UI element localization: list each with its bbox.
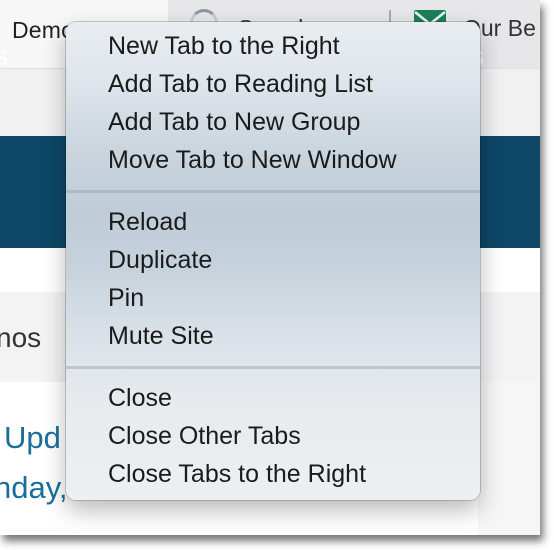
menu-item-add-to-new-group[interactable]: Add Tab to New Group bbox=[108, 104, 360, 140]
menu-item-add-to-reading-list[interactable]: Add Tab to Reading List bbox=[108, 66, 373, 102]
menu-item-close[interactable]: Close bbox=[108, 380, 172, 416]
menu-item-reload[interactable]: Reload bbox=[108, 204, 187, 240]
menu-item-close-other-tabs[interactable]: Close Other Tabs bbox=[108, 418, 301, 454]
tab-context-menu: New Tab to the Right Add Tab to Reading … bbox=[66, 22, 480, 500]
menu-item-new-tab-to-right[interactable]: New Tab to the Right bbox=[108, 28, 340, 64]
site-article-date: nday, bbox=[0, 470, 68, 505]
site-content-sidebar bbox=[478, 382, 540, 535]
menu-item-move-to-new-window[interactable]: Move Tab to New Window bbox=[108, 142, 397, 178]
menu-item-duplicate[interactable]: Duplicate bbox=[108, 242, 212, 278]
menu-separator bbox=[66, 366, 480, 369]
browser-window: Demo Co Search Our Be s s nos Upd nday, … bbox=[0, 0, 540, 535]
site-article-link[interactable]: Upd bbox=[4, 420, 61, 456]
site-nav-text[interactable]: s bbox=[0, 40, 8, 72]
menu-item-mute-site[interactable]: Mute Site bbox=[108, 318, 214, 354]
menu-separator bbox=[66, 190, 480, 193]
menu-item-pin[interactable]: Pin bbox=[108, 280, 144, 316]
site-panel-text: nos bbox=[0, 322, 42, 353]
menu-item-close-tabs-to-right[interactable]: Close Tabs to the Right bbox=[108, 456, 366, 492]
